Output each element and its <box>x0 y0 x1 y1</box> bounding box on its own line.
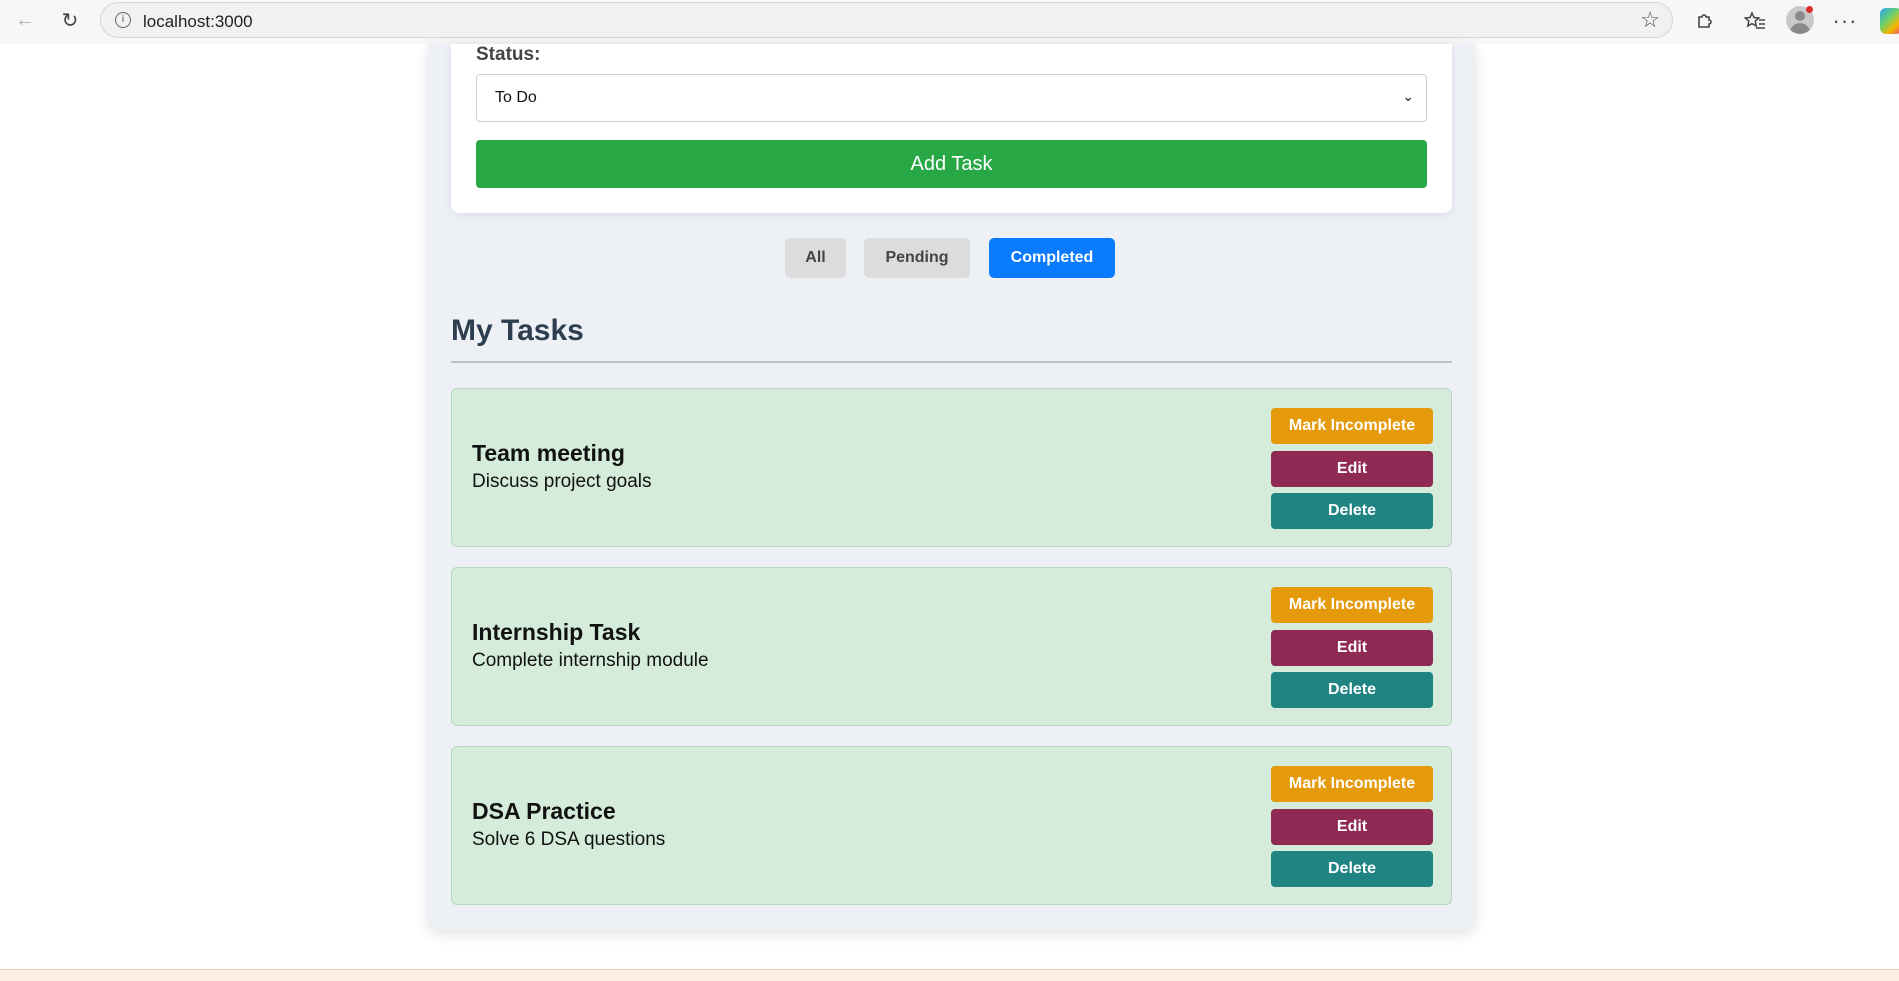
extensions-button[interactable] <box>1688 4 1722 38</box>
edit-button[interactable]: Edit <box>1271 809 1433 845</box>
task-description: Solve 6 DSA questions <box>472 829 666 850</box>
filter-all-button[interactable]: All <box>785 238 846 278</box>
task-card: Team meeting Discuss project goals Mark … <box>451 388 1452 547</box>
puzzle-icon <box>1698 14 1712 28</box>
delete-button[interactable]: Delete <box>1271 672 1433 708</box>
back-button[interactable]: ← <box>7 2 43 38</box>
edit-button[interactable]: Edit <box>1271 630 1433 666</box>
status-label: Status: <box>476 44 541 65</box>
delete-button[interactable]: Delete <box>1271 493 1433 529</box>
task-description: Complete internship module <box>472 650 709 671</box>
star-icon[interactable]: ☆ <box>1640 7 1660 33</box>
bottom-strip <box>0 969 1899 981</box>
mark-incomplete-button[interactable]: Mark Incomplete <box>1271 766 1433 802</box>
task-form: Status: To Do ⌄ Add Task <box>451 44 1452 213</box>
more-icon: ··· <box>1832 8 1858 33</box>
url-text[interactable]: localhost:3000 <box>143 12 253 32</box>
chevron-down-icon: ⌄ <box>1402 89 1414 105</box>
task-description: Discuss project goals <box>472 471 652 492</box>
task-card: DSA Practice Solve 6 DSA questions Mark … <box>451 746 1452 905</box>
browser-toolbar: ← ↻ i localhost:3000 ☆ ··· <box>0 0 1899 44</box>
mark-incomplete-button[interactable]: Mark Incomplete <box>1271 408 1433 444</box>
arrow-left-icon: ← <box>15 8 35 31</box>
delete-button[interactable]: Delete <box>1271 851 1433 887</box>
status-select[interactable]: To Do ⌄ <box>476 74 1427 122</box>
edit-button[interactable]: Edit <box>1271 451 1433 487</box>
mark-incomplete-button[interactable]: Mark Incomplete <box>1271 587 1433 623</box>
filter-pending-button[interactable]: Pending <box>864 238 970 278</box>
page: Status: To Do ⌄ Add Task All Pending Com… <box>0 44 1899 969</box>
task-title: Internship Task <box>472 619 641 645</box>
reload-button[interactable]: ↻ <box>52 2 88 38</box>
reload-icon: ↻ <box>61 9 79 32</box>
add-task-button[interactable]: Add Task <box>476 140 1427 188</box>
address-bar[interactable]: i localhost:3000 ☆ <box>100 2 1673 38</box>
task-card: Internship Task Complete internship modu… <box>451 567 1452 726</box>
task-title: DSA Practice <box>472 798 616 824</box>
filter-completed-button[interactable]: Completed <box>989 238 1115 278</box>
task-title: Team meeting <box>472 440 625 466</box>
info-icon[interactable]: i <box>115 12 131 28</box>
menu-button[interactable]: ··· <box>1828 4 1862 38</box>
favorites-button[interactable] <box>1738 4 1772 38</box>
tasks-heading: My Tasks <box>451 314 584 347</box>
copilot-icon[interactable] <box>1880 8 1899 34</box>
notification-dot <box>1806 6 1813 13</box>
status-selected-value: To Do <box>495 89 537 106</box>
favorites-list-icon <box>1744 11 1765 29</box>
app-container: Status: To Do ⌄ Add Task All Pending Com… <box>428 44 1475 930</box>
divider <box>451 361 1452 363</box>
